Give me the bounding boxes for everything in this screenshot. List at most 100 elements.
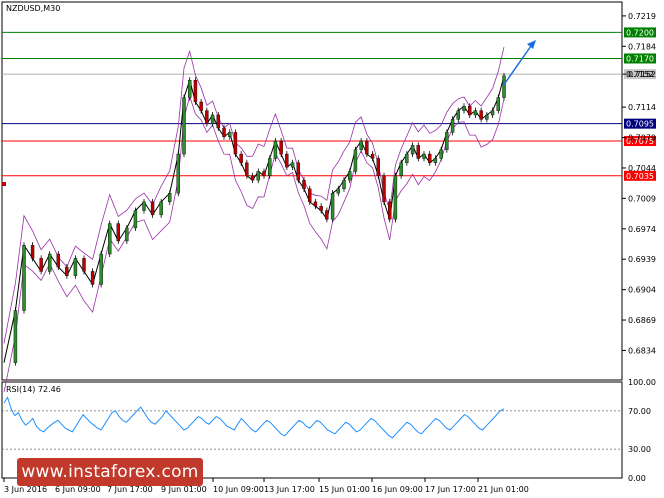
y-tick-label: 0.7114	[628, 103, 656, 112]
x-tick-label: 6 Jun 09:00	[55, 485, 101, 494]
candle-body	[73, 258, 78, 276]
candle-body	[468, 106, 472, 116]
x-tick-label: 17 Jun 17:00	[425, 485, 476, 494]
candle-body	[116, 223, 120, 242]
watermark-text: www.instaforex.com	[21, 462, 199, 482]
candle-body	[342, 179, 346, 190]
candle-body	[182, 97, 186, 155]
y-tick-label: 0.7152	[628, 70, 656, 79]
y-tick-label: 0.6939	[628, 255, 656, 264]
x-tick-label: 21 Jun 01:00	[478, 485, 529, 494]
candle-body	[348, 171, 352, 181]
rsi-y-tick-label: 100.00	[628, 378, 656, 387]
candle-body	[13, 310, 18, 363]
candle-body	[353, 149, 358, 172]
rsi-y-tick-label: 0.00	[628, 474, 646, 483]
candle-body	[108, 223, 112, 255]
x-tick-label: 16 Jun 09:00	[372, 485, 423, 494]
candle-body	[473, 110, 478, 116]
candle-body	[325, 210, 329, 220]
candle-body	[393, 175, 398, 220]
candle-body	[376, 158, 380, 176]
candle-body	[239, 153, 243, 163]
watermark-banner: www.instaforex.com	[17, 458, 203, 486]
y-tick-label: 0.7044	[628, 164, 656, 173]
candle-body	[370, 153, 375, 159]
candle-body	[150, 201, 155, 216]
candle-body	[479, 110, 483, 120]
candle-body	[462, 106, 466, 111]
candle-body	[268, 158, 272, 176]
y-tick-label: 0.7184	[628, 42, 656, 51]
candle-body	[365, 140, 369, 155]
level-tag-label: 0.7200	[626, 28, 654, 37]
candle-body	[399, 162, 403, 176]
candle-body	[405, 153, 409, 163]
candle-body	[159, 201, 163, 216]
level-marker	[2, 182, 6, 186]
candle-body	[410, 145, 415, 155]
candle-body	[308, 188, 312, 203]
y-tick-label: 0.6904	[628, 286, 656, 295]
y-tick-label: 0.6869	[628, 316, 656, 325]
candle-body	[496, 97, 500, 111]
candle-body	[133, 210, 138, 229]
rsi-y-tick-label: 30.00	[628, 445, 651, 454]
candle-body	[485, 114, 489, 120]
candle-body	[65, 266, 69, 276]
x-tick-label: 10 Jun 09:00	[213, 485, 264, 494]
candle-body	[39, 258, 43, 272]
candle-body	[445, 132, 449, 150]
y-tick-label: 0.7009	[628, 194, 656, 203]
chart-canvas: 0.72000.71700.71520.70950.70750.7035 0.7…	[1, 1, 656, 494]
candle-body	[273, 140, 278, 159]
candle-body	[439, 149, 443, 159]
y-tick-label: 0.6974	[628, 225, 656, 234]
candle-body	[416, 145, 420, 159]
candle-body	[428, 153, 432, 163]
candle-body	[359, 140, 363, 150]
rsi-title: RSI(14) 72.46	[6, 385, 61, 394]
candle-body	[199, 101, 203, 111]
level-tag-label: 0.7170	[626, 54, 654, 63]
x-tick-label: 7 Jun 17:00	[107, 485, 153, 494]
candle-body	[30, 245, 35, 259]
candle-body	[142, 201, 146, 211]
candle-body	[245, 162, 249, 176]
candle-body	[99, 253, 103, 285]
chart-title: NZDUSD,M30	[6, 4, 60, 13]
candle-body	[90, 271, 95, 285]
candle-body	[296, 162, 300, 181]
candle-body	[256, 171, 260, 181]
candle-body	[433, 158, 438, 163]
candle-body	[210, 114, 215, 124]
candle-body	[193, 80, 198, 103]
candle-body	[222, 127, 226, 137]
candle-body	[450, 119, 455, 133]
candle-body	[285, 153, 289, 168]
candle-body	[233, 132, 238, 155]
candle-body	[48, 253, 52, 272]
x-tick-label: 9 Jun 01:00	[161, 485, 207, 494]
candle-body	[176, 153, 180, 194]
candle-body	[336, 188, 340, 194]
candle-body	[388, 201, 392, 220]
candle-body	[82, 258, 86, 272]
candle-body	[382, 175, 386, 203]
candle-body	[205, 110, 209, 124]
candle-body	[250, 175, 255, 181]
level-tag-label: 0.7095	[626, 120, 654, 129]
x-tick-label: 15 Jun 01:00	[319, 485, 370, 494]
candle-body	[22, 245, 26, 311]
y-tick-label: 0.6834	[628, 346, 656, 355]
candle-body	[490, 110, 495, 116]
candle-body	[422, 153, 426, 159]
candle-body	[313, 201, 318, 207]
candle-body	[279, 140, 283, 155]
x-tick-label: 3 Jun 2016	[4, 485, 47, 494]
candle-body	[456, 110, 460, 120]
x-tick-label: 13 Jun 17:00	[264, 485, 315, 494]
candle-body	[319, 206, 323, 211]
level-tag-label: 0.7035	[626, 172, 654, 181]
candle-body	[56, 253, 60, 268]
